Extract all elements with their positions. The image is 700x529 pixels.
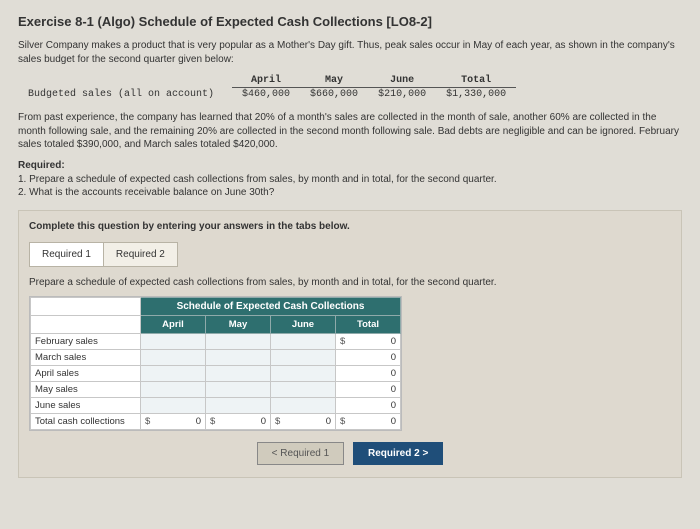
tab1-instruction: Prepare a schedule of expected cash coll…	[29, 277, 671, 288]
cell-tot-total: $0	[336, 413, 401, 429]
cell-mar-total: 0	[336, 349, 401, 365]
sched-col-june: June	[271, 315, 336, 333]
cell-apr-may[interactable]	[206, 365, 271, 381]
cell-may-april[interactable]	[141, 381, 206, 397]
exercise-title: Exercise 8-1 (Algo) Schedule of Expected…	[18, 14, 682, 29]
val-april: $460,000	[232, 88, 300, 102]
row-may: May sales 0	[31, 381, 401, 397]
col-april: April	[232, 74, 300, 88]
cell-mar-june[interactable]	[271, 349, 336, 365]
tab-required-2[interactable]: Required 2	[104, 242, 178, 267]
cell-tot-june: $0	[271, 413, 336, 429]
row-total: Total cash collections $0 $0 $0 $0	[31, 413, 401, 429]
cell-may-june[interactable]	[271, 381, 336, 397]
col-total: Total	[436, 74, 516, 88]
nav-prev-button[interactable]: < Required 1	[257, 442, 345, 465]
budget-row-label: Budgeted sales (all on account)	[18, 88, 232, 102]
cell-mar-april[interactable]	[141, 349, 206, 365]
rowlbl-total: Total cash collections	[31, 413, 141, 429]
tab-required-1[interactable]: Required 1	[29, 242, 104, 267]
cell-jun-june[interactable]	[271, 397, 336, 413]
cell-jun-april[interactable]	[141, 397, 206, 413]
nav-next-button[interactable]: Required 2 >	[353, 442, 443, 465]
rowlbl-apr: April sales	[31, 365, 141, 381]
schedule-table: Schedule of Expected Cash Collections Ap…	[30, 297, 401, 430]
sched-col-total: Total	[336, 315, 401, 333]
cell-jun-total: 0	[336, 397, 401, 413]
rowlbl-feb: February sales	[31, 333, 141, 349]
cell-jun-may[interactable]	[206, 397, 271, 413]
required-item-1: 1. Prepare a schedule of expected cash c…	[18, 173, 682, 187]
answer-panel: Complete this question by entering your …	[18, 210, 682, 478]
nav-buttons: < Required 1 Required 2 >	[29, 442, 671, 465]
row-april: April sales 0	[31, 365, 401, 381]
tabs: Required 1 Required 2	[29, 242, 671, 267]
schedule-title: Schedule of Expected Cash Collections	[141, 297, 401, 315]
row-june: June sales 0	[31, 397, 401, 413]
cell-mar-may[interactable]	[206, 349, 271, 365]
cell-tot-april: $0	[141, 413, 206, 429]
required-item-2: 2. What is the accounts receivable balan…	[18, 186, 682, 200]
val-total: $1,330,000	[436, 88, 516, 102]
row-march: March sales 0	[31, 349, 401, 365]
para-experience: From past experience, the company has le…	[18, 111, 682, 152]
sched-col-april: April	[141, 315, 206, 333]
col-june: June	[368, 74, 436, 88]
col-may: May	[300, 74, 368, 88]
rowlbl-mar: March sales	[31, 349, 141, 365]
required-heading: Required:	[18, 160, 682, 171]
cell-feb-april[interactable]	[141, 333, 206, 349]
val-june: $210,000	[368, 88, 436, 102]
cell-apr-june[interactable]	[271, 365, 336, 381]
rowlbl-jun: June sales	[31, 397, 141, 413]
cell-apr-april[interactable]	[141, 365, 206, 381]
row-february: February sales $0	[31, 333, 401, 349]
cell-tot-may: $0	[206, 413, 271, 429]
val-may: $660,000	[300, 88, 368, 102]
intro-text: Silver Company makes a product that is v…	[18, 39, 682, 66]
cell-apr-total: 0	[336, 365, 401, 381]
cell-feb-may[interactable]	[206, 333, 271, 349]
panel-instruction: Complete this question by entering your …	[29, 221, 671, 232]
cell-feb-june[interactable]	[271, 333, 336, 349]
cell-may-total: 0	[336, 381, 401, 397]
rowlbl-may: May sales	[31, 381, 141, 397]
budget-table: April May June Total Budgeted sales (all…	[18, 74, 516, 101]
schedule-table-wrap: Schedule of Expected Cash Collections Ap…	[29, 296, 402, 431]
cell-feb-total: $0	[336, 333, 401, 349]
sched-col-may: May	[206, 315, 271, 333]
cell-may-may[interactable]	[206, 381, 271, 397]
